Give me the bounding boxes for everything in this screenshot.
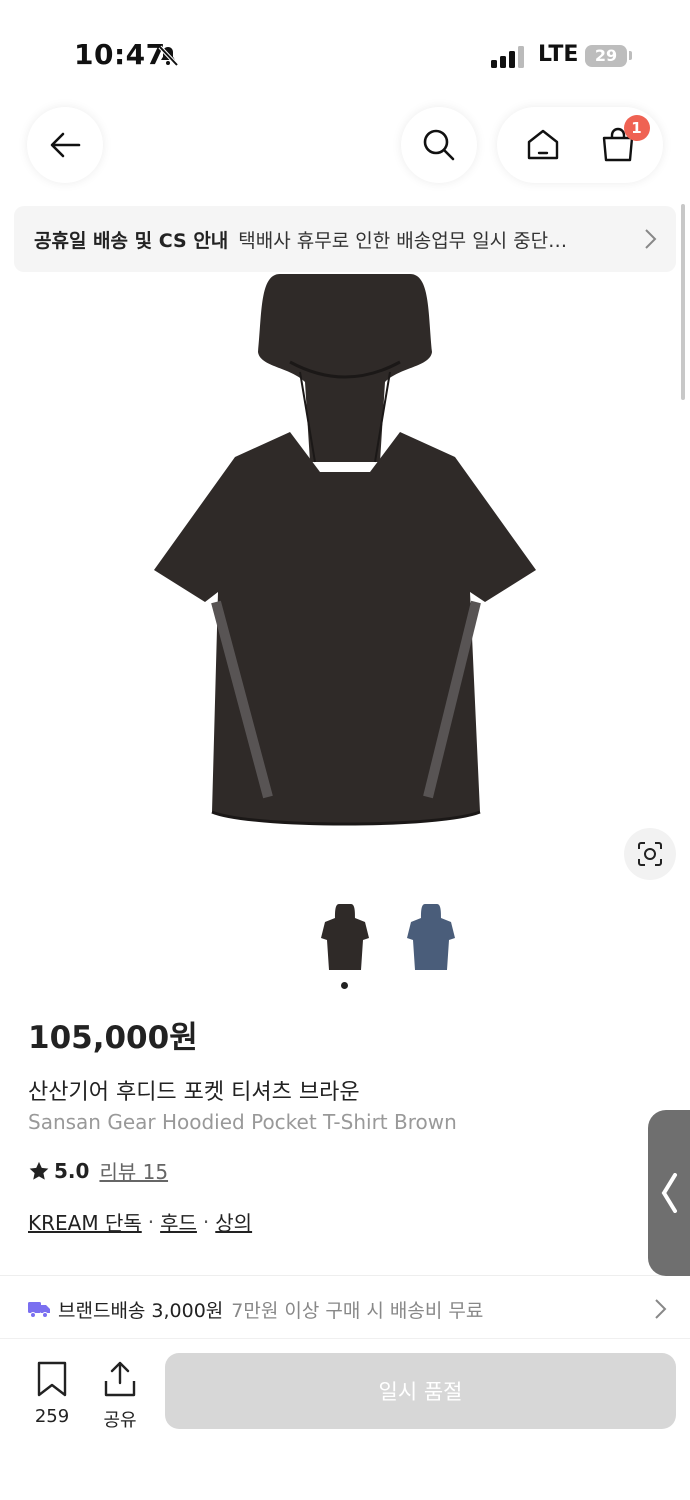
cart-button[interactable]: 1 bbox=[598, 115, 650, 165]
share-label: 공유 bbox=[103, 1410, 137, 1431]
battery-level: 29 bbox=[594, 46, 618, 65]
save-count: 259 bbox=[34, 1406, 70, 1427]
scrollbar[interactable] bbox=[681, 204, 685, 400]
delivery-truck-icon bbox=[28, 1302, 50, 1318]
product-name-ko: 산산기어 후디드 포켓 티셔츠 브라운 bbox=[28, 1080, 360, 1105]
rating-value: 5.0 bbox=[54, 1158, 90, 1183]
share-icon bbox=[104, 1361, 136, 1397]
product-price: 105,000원 bbox=[28, 1020, 198, 1056]
arrow-left-icon bbox=[50, 132, 81, 158]
chevron-right-icon bbox=[645, 229, 657, 249]
color-thumbnail-brown[interactable] bbox=[317, 898, 373, 976]
section-divider bbox=[0, 1275, 690, 1276]
battery-icon: 29 bbox=[585, 45, 627, 67]
color-thumbnail-blue[interactable] bbox=[403, 898, 459, 976]
star-icon bbox=[29, 1161, 49, 1180]
soldout-button[interactable]: 일시 품절 bbox=[165, 1353, 676, 1429]
notice-text: 택배사 휴무로 인한 배송업무 일시 중단… bbox=[238, 229, 568, 252]
chevron-right-icon bbox=[655, 1299, 667, 1319]
home-button[interactable] bbox=[523, 125, 563, 165]
tag-exclusive[interactable]: KREAM 단독 bbox=[28, 1207, 142, 1236]
home-cart-group: 1 bbox=[497, 107, 663, 183]
shipping-label: 브랜드배송 bbox=[58, 1299, 146, 1322]
tag-separator: · bbox=[147, 1209, 155, 1234]
status-time: 10:47 bbox=[74, 38, 166, 71]
search-button[interactable] bbox=[401, 107, 477, 183]
product-image[interactable] bbox=[140, 272, 550, 832]
shipping-info-row[interactable]: 브랜드배송 3,000원 7만원 이상 구매 시 배송비 무료 bbox=[28, 1294, 668, 1324]
home-icon bbox=[527, 129, 558, 160]
review-link[interactable]: 리뷰 15 bbox=[99, 1156, 168, 1185]
notice-banner[interactable]: 공휴일 배송 및 CS 안내 택배사 휴무로 인한 배송업무 일시 중단… bbox=[14, 206, 676, 272]
product-tags: KREAM 단독 · 후드 · 상의 bbox=[28, 1207, 252, 1236]
bookmark-icon bbox=[37, 1361, 67, 1397]
bottom-action-bar: 259 공유 일시 품절 bbox=[0, 1338, 690, 1500]
cart-count-badge: 1 bbox=[623, 115, 650, 141]
lens-scan-icon bbox=[638, 842, 662, 866]
tag-separator: · bbox=[202, 1209, 210, 1234]
tag-hood[interactable]: 후드 bbox=[160, 1207, 197, 1236]
image-search-button[interactable] bbox=[624, 828, 676, 880]
bell-muted-icon bbox=[158, 45, 179, 67]
side-panel-handle[interactable] bbox=[648, 1110, 690, 1276]
chevron-left-icon bbox=[661, 1173, 677, 1213]
signal-icon bbox=[491, 46, 524, 68]
search-icon bbox=[423, 129, 455, 161]
carousel-indicator bbox=[341, 982, 348, 989]
status-bar: 10:47 LTE 29 bbox=[0, 0, 690, 100]
battery-tip bbox=[629, 51, 632, 60]
network-type: LTE bbox=[538, 42, 579, 67]
back-button[interactable] bbox=[27, 107, 103, 183]
shipping-fee: 3,000원 bbox=[151, 1299, 224, 1322]
notice-title: 공휴일 배송 및 CS 안내 bbox=[34, 229, 229, 252]
shipping-note: 7만원 이상 구매 시 배송비 무료 bbox=[231, 1299, 484, 1322]
product-name-en: Sansan Gear Hoodied Pocket T-Shirt Brown bbox=[28, 1110, 457, 1134]
tag-top[interactable]: 상의 bbox=[215, 1207, 252, 1236]
rating-row: 5.0 리뷰 15 bbox=[28, 1156, 168, 1185]
share-button[interactable]: 공유 bbox=[90, 1361, 150, 1432]
save-button[interactable]: 259 bbox=[22, 1361, 82, 1427]
